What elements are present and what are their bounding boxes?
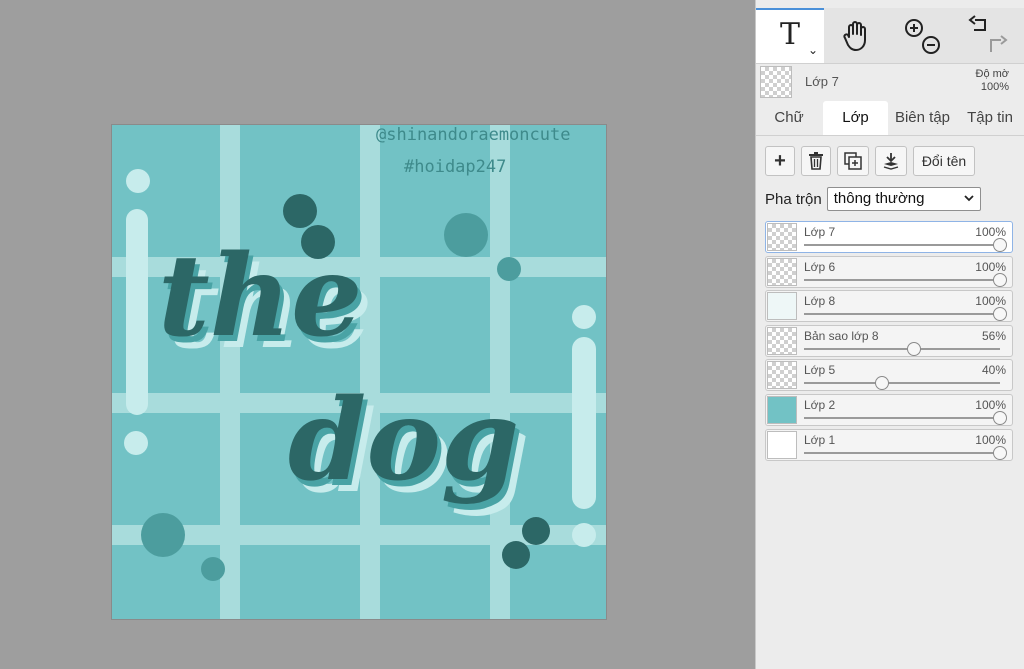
current-layer-opacity: Độ mờ 100%	[976, 68, 1010, 94]
layer-opacity-value: 100%	[975, 225, 1006, 239]
tab-text[interactable]: Chữ	[756, 101, 822, 135]
layer-thumbnail	[767, 430, 797, 459]
layer-name: Lớp 8	[804, 294, 836, 309]
tab-file[interactable]: Tập tin	[957, 101, 1023, 135]
layer-thumbnail	[767, 395, 797, 424]
canvas-workspace: @shinandoraemoncute #hoidap247 the the t…	[0, 0, 755, 669]
layer-name: Bản sao lớp 8	[804, 328, 879, 343]
opacity-label: Độ mờ	[975, 68, 1010, 80]
tool-bar: T ⌄	[756, 8, 1024, 64]
current-layer-thumbnail	[760, 66, 792, 98]
chevron-down-icon: ⌄	[807, 43, 818, 57]
layer-opacity-value: 100%	[975, 432, 1006, 447]
hand-tool-button[interactable]	[826, 8, 886, 63]
blend-mode-label: Pha trộn	[765, 190, 822, 208]
add-layer-button[interactable]: +	[765, 146, 795, 176]
layer-opacity-value: 40%	[981, 363, 1006, 378]
opacity-slider-handle[interactable]	[993, 272, 1007, 287]
redo-icon[interactable]	[990, 34, 1008, 52]
blend-mode-value: thông thường	[833, 190, 925, 207]
opacity-slider-handle[interactable]	[875, 376, 890, 391]
opacity-slider-handle[interactable]	[993, 238, 1007, 252]
svg-text:dog: dog	[288, 375, 519, 506]
blend-mode-row: Pha trộn thông thường	[765, 187, 981, 211]
merge-down-button[interactable]	[875, 146, 907, 176]
zoom-out-icon[interactable]	[922, 35, 940, 54]
opacity-slider-track[interactable]	[804, 313, 1000, 316]
layer-thumbnail	[767, 361, 797, 390]
layer-item[interactable]: Lớp 6 100%	[765, 255, 1013, 288]
current-layer-name: Lớp 7	[805, 74, 839, 89]
tab-edit[interactable]: Biên tập	[889, 101, 956, 135]
layer-opacity-value: 100%	[975, 397, 1006, 412]
opacity-value: 100%	[980, 81, 1009, 93]
layer-item[interactable]: Lớp 2 100%	[765, 393, 1013, 426]
layer-opacity-value: 100%	[975, 259, 1006, 274]
watermark-handle: @shinandoraemoncute	[376, 125, 570, 145]
chevron-down-icon	[964, 195, 974, 202]
layer-name: Lớp 2	[804, 397, 836, 412]
title-word-the: the the the	[158, 231, 372, 374]
svg-text:the: the	[158, 231, 362, 362]
opacity-slider-track[interactable]	[804, 278, 1000, 281]
tab-layers[interactable]: Lớp	[823, 101, 888, 135]
trash-icon	[809, 152, 823, 170]
layer-name: Lớp 6	[804, 259, 836, 274]
layer-thumbnail	[767, 257, 797, 286]
layer-thumbnail	[767, 223, 797, 251]
layer-name: Lớp 1	[804, 432, 836, 447]
layer-name: Lớp 7	[804, 225, 836, 239]
artwork-canvas[interactable]: @shinandoraemoncute #hoidap247 the the t…	[112, 125, 606, 619]
undo-icon[interactable]	[968, 14, 986, 31]
text-tool-glyph: T	[779, 17, 800, 52]
delete-layer-button[interactable]	[801, 146, 831, 176]
opacity-slider-track[interactable]	[804, 244, 1000, 246]
duplicate-layer-button[interactable]	[837, 146, 869, 176]
opacity-slider-track[interactable]	[804, 382, 1000, 385]
panel-tabs: Chữ Lớp Biên tập Tập tin	[756, 101, 1024, 136]
zoom-in-icon[interactable]	[905, 18, 923, 37]
layer-actions: + Đổi tên	[765, 146, 975, 176]
opacity-slider-handle[interactable]	[993, 445, 1007, 460]
opacity-slider-handle[interactable]	[993, 410, 1007, 425]
text-tool-button[interactable]: T ⌄	[756, 8, 824, 63]
rename-layer-button[interactable]: Đổi tên	[913, 146, 975, 176]
layer-thumbnail	[767, 292, 797, 321]
title-word-dog: dog dog dog	[288, 375, 529, 518]
hand-icon	[843, 20, 866, 51]
layer-item[interactable]: Lớp 7 100%	[765, 221, 1013, 253]
opacity-slider-track[interactable]	[804, 347, 1000, 350]
opacity-slider-handle[interactable]	[993, 307, 1007, 322]
opacity-slider-handle[interactable]	[906, 341, 921, 356]
layer-list: Lớp 7 100% Lớp 6 100% Lớp 8 100% Bản sao…	[765, 221, 1013, 463]
layer-thumbnail	[767, 326, 797, 355]
layer-item[interactable]: Lớp 1 100%	[765, 428, 1013, 461]
current-layer-info: Lớp 7 Độ mờ 100%	[756, 63, 1024, 101]
watermark-hashtag: #hoidap247	[404, 157, 506, 177]
layer-name: Lớp 5	[804, 363, 836, 378]
opacity-slider-track[interactable]	[804, 451, 1000, 454]
layer-item[interactable]: Bản sao lớp 8 56%	[765, 324, 1013, 357]
blend-mode-select[interactable]: thông thường	[826, 187, 981, 211]
layer-opacity-value: 100%	[975, 294, 1006, 309]
duplicate-icon	[844, 152, 862, 170]
zoom-tools	[892, 8, 952, 63]
layer-item[interactable]: Lớp 8 100%	[765, 290, 1013, 323]
layer-item[interactable]: Lớp 5 40%	[765, 359, 1013, 392]
opacity-slider-track[interactable]	[804, 416, 1000, 419]
side-panel: T ⌄ Lớp 7 Độ mờ 100% Chữ Lớp Biên tập Tậ…	[755, 0, 1024, 669]
layer-opacity-value: 56%	[981, 328, 1006, 343]
history-tools	[956, 8, 1022, 63]
merge-down-icon	[883, 153, 899, 170]
